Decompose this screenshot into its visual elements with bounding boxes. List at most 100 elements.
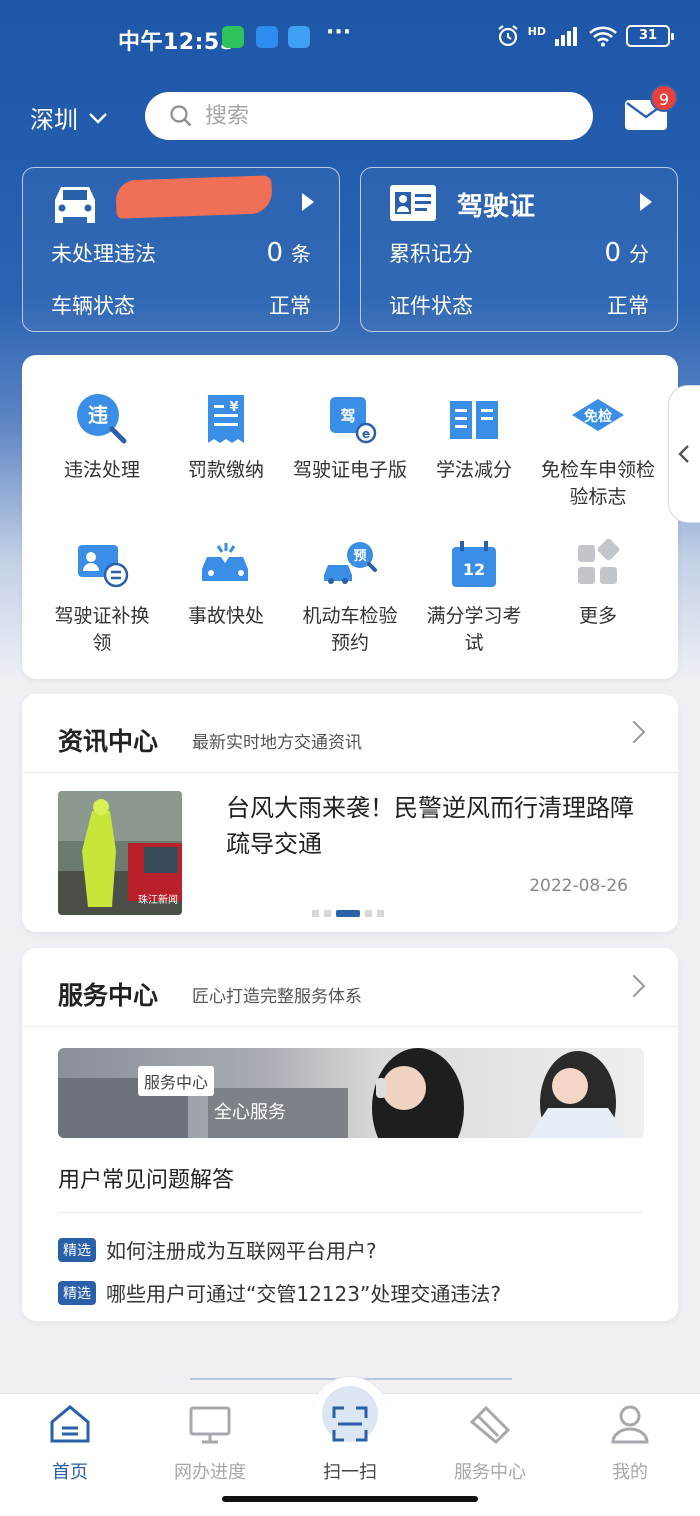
license-status-label: 证件状态: [389, 294, 473, 318]
vehicle-status-label: 车辆状态: [51, 294, 135, 318]
violation-label: 未处理违法: [51, 242, 156, 266]
service-more[interactable]: 更多: [536, 537, 660, 630]
vehicle-card-arrow-icon: [302, 193, 314, 211]
svg-text:¥: ¥: [229, 400, 238, 415]
banner-tag: 服务中心: [138, 1066, 215, 1096]
carousel-indicator: [312, 910, 384, 917]
services-panel: 违 违法处理 ¥ 罚款缴纳 驾 e 驾驶证电子版 学法减分 免检 免检车申领检验…: [22, 355, 678, 679]
service-accident[interactable]: 事故快处: [164, 537, 288, 630]
service-label: 机动车检验预约: [302, 605, 398, 654]
banner-text: 全心服务: [214, 1102, 286, 1123]
violation-count: 0: [266, 238, 283, 268]
license-icon: [390, 185, 436, 221]
service-center-panel: 服务中心 匠心打造完整服务体系 服务中心 全心服务 用户常见问题解答 精选 如何…: [22, 948, 678, 1321]
wifi-icon: [589, 26, 617, 47]
chevron-down-icon: [89, 112, 107, 124]
tab-home[interactable]: 首页: [10, 1402, 130, 1484]
service-label: 免检车申领检验标志: [540, 459, 655, 508]
faq-question: 如何注册成为互联网平台用户?: [106, 1239, 377, 1263]
faq-item[interactable]: 精选 哪些用户可通过“交管12123”处理交通违法?: [58, 1278, 501, 1307]
home-icon: [50, 1405, 90, 1443]
search-icon: [170, 105, 192, 127]
alarm-icon: [497, 25, 518, 47]
tab-label: 我的: [612, 1462, 648, 1483]
handshake-icon: [469, 1405, 511, 1445]
service-violation[interactable]: 违 违法处理: [40, 391, 164, 484]
news-headline[interactable]: 台风大雨来袭！民警逆风而行清理路障疏导交通: [226, 790, 646, 862]
featured-tag: 精选: [58, 1237, 96, 1262]
tab-progress[interactable]: 网办进度: [150, 1402, 270, 1484]
service-fine-payment[interactable]: ¥ 罚款缴纳: [164, 391, 288, 484]
inspection-booking-icon: 预: [324, 542, 377, 584]
service-study-reduce-points[interactable]: 学法减分: [412, 391, 536, 484]
car-icon: [55, 187, 95, 223]
city-label: 深圳: [30, 106, 78, 134]
search-bar[interactable]: [145, 92, 593, 140]
license-status-value: 正常: [607, 294, 649, 318]
service-e-license[interactable]: 驾 e 驾驶证电子版: [288, 391, 412, 484]
service-center-more-chevron-icon[interactable]: [622, 974, 646, 998]
service-label: 事故快处: [187, 605, 264, 627]
scan-icon: [332, 1406, 368, 1442]
vehicle-status-value: 正常: [269, 294, 311, 318]
service-label: 学法减分: [435, 459, 512, 481]
accident-icon: [202, 543, 248, 581]
service-inspection-booking[interactable]: 预 机动车检验预约: [288, 537, 412, 657]
tab-label: 服务中心: [454, 1462, 526, 1483]
hd-label: HD: [527, 24, 546, 38]
faq-item[interactable]: 精选 如何注册成为互联网平台用户?: [58, 1235, 377, 1264]
city-selector[interactable]: 深圳: [30, 100, 108, 135]
exam-calendar-icon: 12: [452, 541, 496, 587]
carousel-dot: [377, 910, 384, 917]
status-bar: 中午12:55 ··· HD 31: [0, 0, 700, 76]
inspection-exempt-icon: 免检: [572, 399, 624, 431]
svg-text:12: 12: [463, 560, 485, 579]
service-license-renew[interactable]: 驾驶证补换领: [40, 537, 164, 657]
book-icon: [450, 401, 498, 439]
carousel-dot-active: [336, 910, 360, 917]
side-drawer-handle[interactable]: [668, 385, 700, 523]
service-label: 驾驶证补换领: [54, 605, 150, 654]
points-label: 累积记分: [389, 242, 473, 266]
news-panel: 资讯中心 最新实时地方交通资讯 珠江新闻 台风大雨来袭！民警逆风而行清理路障疏导…: [22, 694, 678, 932]
chevron-left-icon: [678, 445, 689, 463]
service-exempt-inspection[interactable]: 免检 免检车申领检验标志: [536, 391, 660, 511]
service-center-subtitle: 匠心打造完整服务体系: [192, 987, 362, 1007]
violation-search-icon: 违: [77, 394, 127, 444]
service-label: 罚款缴纳: [187, 459, 264, 481]
news-date: 2022-08-26: [529, 876, 628, 896]
tab-label: 网办进度: [174, 1462, 246, 1483]
more-grid-icon: [578, 538, 620, 584]
search-input[interactable]: [205, 103, 565, 129]
license-renew-icon: [78, 545, 129, 588]
tab-mine[interactable]: 我的: [570, 1402, 690, 1484]
status-time: 中午12:55: [118, 30, 236, 55]
home-indicator[interactable]: [222, 1496, 478, 1502]
tab-service-center[interactable]: 服务中心: [430, 1402, 550, 1484]
news-subtitle: 最新实时地方交通资讯: [192, 733, 362, 753]
mail-badge: 9: [650, 84, 678, 112]
message-app-icon: [256, 26, 278, 48]
license-card-title: 驾驶证: [457, 192, 536, 222]
points-value: 0: [604, 238, 621, 268]
carousel-dot: [365, 910, 372, 917]
service-center-title: 服务中心: [58, 981, 159, 1010]
plate-redaction: [115, 175, 273, 219]
service-exam[interactable]: 12 满分学习考试: [412, 537, 536, 657]
cloud-app-icon: [288, 26, 310, 48]
carousel-dot: [312, 910, 319, 917]
service-label: 驾驶证电子版: [292, 459, 407, 481]
news-more-chevron-icon[interactable]: [622, 720, 646, 744]
news-thumbnail[interactable]: 珠江新闻: [58, 791, 182, 915]
service-center-divider: [22, 1026, 678, 1027]
tab-label: 首页: [52, 1462, 88, 1483]
service-label: 满分学习考试: [426, 605, 522, 654]
wechat-icon: [222, 26, 244, 48]
violation-unit: 条: [291, 242, 311, 266]
tab-scan[interactable]: 扫一扫: [290, 1402, 410, 1484]
svg-text:珠江新闻: 珠江新闻: [138, 893, 178, 906]
service-label: 更多: [578, 605, 617, 627]
faq-question: 哪些用户可通过“交管12123”处理交通违法?: [106, 1282, 501, 1306]
service-banner[interactable]: 服务中心 全心服务: [58, 1048, 644, 1138]
license-card[interactable]: 驾驶证 累积记分 0分 证件状态 正常: [360, 167, 678, 332]
